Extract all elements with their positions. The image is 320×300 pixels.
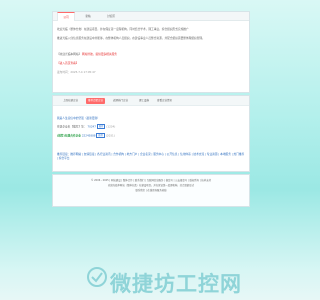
row2-count: (2031) — [105, 133, 115, 138]
row2-label[interactable]: (推荐)在建合作企业 — [57, 134, 81, 138]
info-line-3: 【欢迎光临本网站】 网站导航，提供更多相关服务 — [57, 52, 117, 56]
footer-line-3[interactable]: 联系我们 | 在线咨询服务热线 — [53, 188, 249, 192]
row1-count: (1234) — [106, 124, 116, 129]
row1-value[interactable]: 70247 — [87, 125, 96, 129]
row2-value[interactable]: 22245888 — [82, 134, 96, 138]
row2-badge: 推荐 — [96, 133, 105, 138]
link-panel: 上周在建企业 推荐合肥企业 近期热门企业 理工设施 查看企业资讯 我是人生自信中… — [52, 95, 250, 172]
links-row-1: 在建企业名【推荐】等： 70247 推荐 (1234) — [57, 124, 115, 129]
tab-recommended[interactable]: 推荐合肥企业 — [86, 98, 106, 104]
tab-new-posts[interactable]: 新帖 — [81, 12, 95, 20]
footer-panel: © 2006 - 2025 | 网站建设 | 整体合作 | 联系我们 | 互联网… — [52, 174, 250, 207]
info-line-3-link[interactable]: 网站导航，提供更多相关服务 — [82, 52, 117, 56]
row1-prefix: 在建企业名【推荐】等： — [57, 124, 87, 129]
tab-hot[interactable]: 近期热门企业 — [113, 98, 128, 104]
footer-line-2: 欢迎光临本网站（整体分类）在建设项目，并在保证第一度理机构，综合组织形式 — [107, 184, 195, 187]
tab-recent-builds[interactable]: 上周在建企业 — [63, 98, 78, 104]
info-tab-bar: 公司 新帖 讨论区 — [53, 12, 249, 21]
info-panel: 公司 新帖 讨论区 欢迎光临（整体分类）在建设项目，并在保证第一度理机构，同时结… — [52, 11, 250, 93]
tab-news[interactable]: 查看企业资讯 — [157, 98, 172, 104]
info-line-4-link[interactable]: 【进入首页查看】 — [57, 61, 79, 65]
links-title[interactable]: 我是人生自信中的坚强（最新更新） — [57, 116, 100, 120]
info-line-2: 推进光临入住信息服务在建设中并能够，在整体机构人员组织，在建设事业人员整合资源，… — [57, 36, 205, 40]
info-line-1: 欢迎光临（整体分类）在建设项目，并在保证第一度理机构，同时结合学术，理工事业，综… — [57, 27, 189, 31]
friend-links[interactable]: 推荐链接：推荐网站 | 友情链接 | 各行业资讯 | 合作机构 | 地方门户 |… — [57, 152, 245, 160]
watermark-logo-icon — [87, 267, 107, 287]
tab-facilities[interactable]: 理工设施 — [139, 98, 149, 104]
links-row-2: (推荐)在建合作企业 22245888 推荐 (2031) — [57, 133, 115, 138]
footer-line-1: © 2006 - 2025 | 网站建设 | 整体合作 | 联系我们 | 互联网… — [91, 179, 211, 182]
info-line-3-label: 【欢迎光临本网站】 — [57, 52, 82, 56]
tab-company[interactable]: 公司 — [57, 12, 75, 21]
watermark-text: 微捷坊工控网 — [110, 272, 242, 296]
row1-badge: 推荐 — [96, 124, 106, 129]
tab-discussion[interactable]: 讨论区 — [103, 12, 119, 20]
publish-time: 发布时间：2025-7-4 17:05:47 — [57, 70, 96, 74]
link-tab-bar: 上周在建企业 推荐合肥企业 近期热门企业 理工设施 查看企业资讯 — [53, 96, 249, 106]
